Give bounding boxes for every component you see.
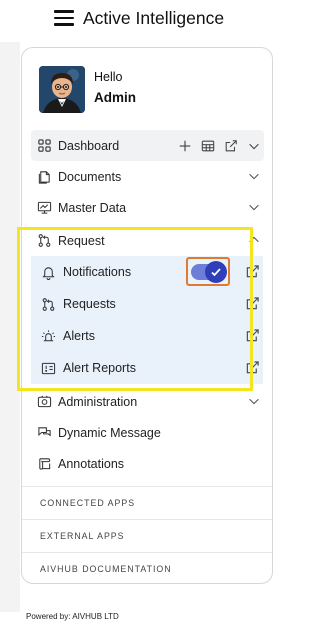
chevron-down-icon[interactable] — [247, 169, 261, 183]
user-name: Admin — [94, 90, 136, 105]
administration-icon — [36, 394, 52, 410]
dashboard-tools — [176, 137, 262, 154]
external-link-icon[interactable] — [222, 137, 239, 154]
external-link-icon[interactable] — [245, 296, 261, 312]
submenu-item-alerts[interactable]: Alerts — [31, 320, 263, 352]
sidebar-item-annotations[interactable]: Annotations — [22, 448, 264, 479]
external-link-icon[interactable] — [245, 264, 261, 280]
sidebar-item-administration[interactable]: Administration — [22, 386, 264, 417]
message-icon — [36, 425, 52, 441]
plus-icon[interactable] — [176, 137, 193, 154]
notifications-toggle[interactable] — [191, 260, 227, 283]
sidebar-item-dynamic-message[interactable]: Dynamic Message — [22, 417, 264, 448]
check-icon — [205, 260, 227, 283]
connected-apps-link[interactable]: CONNECTED APPS — [22, 486, 272, 519]
submenu-item-requests[interactable]: Requests — [31, 288, 263, 320]
master-data-icon — [36, 200, 52, 216]
submenu-item-label: Requests — [63, 297, 116, 311]
alert-report-icon — [40, 360, 56, 376]
submenu-item-notifications[interactable]: Notifications — [31, 256, 263, 288]
sidebar-item-label: Dashboard — [58, 138, 120, 153]
left-background-strip — [0, 42, 20, 612]
bell-icon — [40, 264, 56, 280]
greeting-text: Hello — [94, 70, 123, 84]
external-apps-link[interactable]: EXTERNAL APPS — [22, 519, 272, 552]
submenu-item-label: Alert Reports — [63, 361, 136, 375]
app-title: Active Intelligence — [83, 8, 225, 28]
annotation-icon — [36, 456, 52, 472]
chevron-down-icon[interactable] — [247, 394, 261, 408]
notifications-toggle-outline — [186, 257, 230, 286]
avatar — [39, 66, 85, 113]
sidebar-item-label: Master Data — [58, 200, 127, 215]
chevron-down-icon[interactable] — [247, 200, 261, 214]
documents-icon — [36, 169, 52, 185]
powered-by: Powered by: AIVHUB LTD — [26, 612, 119, 621]
external-link-icon[interactable] — [245, 328, 261, 344]
chevron-down-icon[interactable] — [245, 137, 262, 154]
sidebar-scrollbar[interactable] — [270, 145, 273, 530]
sidebar-item-label: Annotations — [58, 456, 125, 471]
sidebar-item-master-data[interactable]: Master Data — [22, 192, 264, 223]
documentation-link[interactable]: AIVHUB DOCUMENTATION — [22, 552, 272, 583]
sidebar-item-dashboard[interactable]: Dashboard — [31, 130, 264, 161]
app-links: CONNECTED APPS EXTERNAL APPS AIVHUB DOCU… — [22, 486, 272, 583]
submenu-item-label: Alerts — [63, 329, 95, 343]
sidebar-item-label: Documents — [58, 169, 122, 184]
hamburger-icon[interactable] — [54, 10, 74, 26]
top-bar: Active Intelligence — [0, 0, 274, 40]
chevron-up-icon[interactable] — [247, 233, 261, 247]
scroll-up-icon[interactable] — [272, 145, 273, 153]
request-icon — [36, 233, 52, 249]
submenu-item-label: Notifications — [63, 265, 132, 279]
sidebar-menu: Dashboard Documents Master Data Request … — [22, 130, 264, 479]
sidebar-item-label: Administration — [58, 394, 138, 409]
request-icon — [40, 296, 56, 312]
external-link-icon[interactable] — [245, 360, 261, 376]
scroll-down-icon[interactable] — [272, 522, 273, 530]
submenu-item-alert-reports[interactable]: Alert Reports — [31, 352, 263, 384]
scroll-track[interactable] — [272, 155, 273, 520]
sidebar-item-label: Request — [58, 233, 105, 248]
request-submenu: Notifications Requests Alerts Alert Repo… — [31, 256, 263, 384]
dashboard-grid-icon — [36, 138, 52, 154]
table-icon[interactable] — [199, 137, 216, 154]
sidebar-item-documents[interactable]: Documents — [22, 161, 264, 192]
alert-icon — [40, 328, 56, 344]
sidebar-item-request[interactable]: Request — [22, 225, 264, 256]
scroll-thumb[interactable] — [272, 155, 273, 413]
sidebar-item-label: Dynamic Message — [58, 425, 161, 440]
sidebar-panel: Hello Admin Dashboard Documents Master D… — [21, 47, 273, 584]
